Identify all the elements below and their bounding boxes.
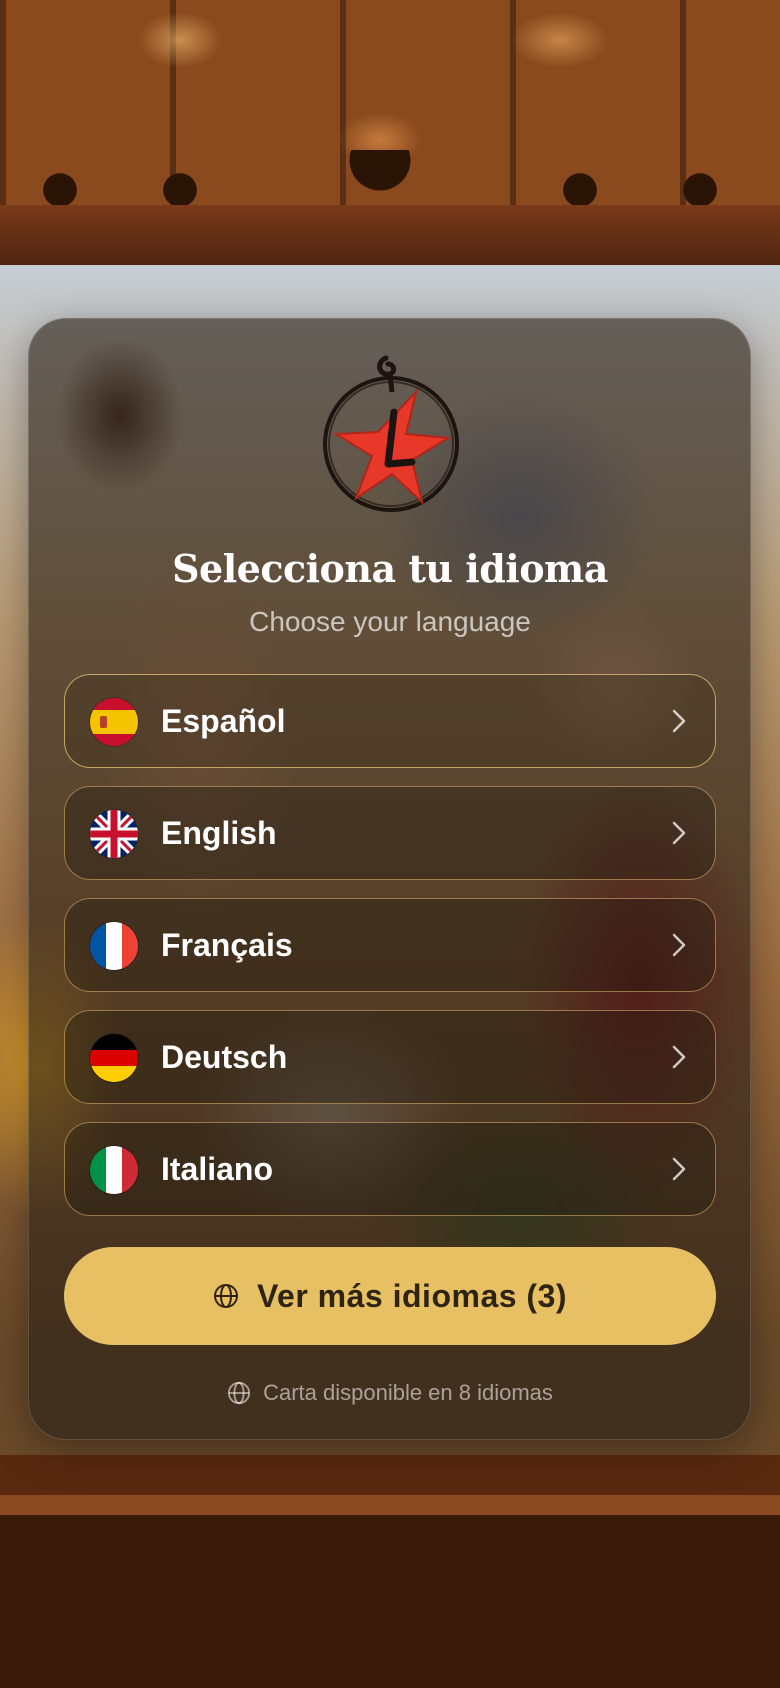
- more-languages-button[interactable]: Ver más idiomas (3): [64, 1247, 716, 1345]
- uk-flag-icon: [90, 810, 138, 858]
- background-ornament: [0, 150, 780, 210]
- footer-note: Carta disponible en 8 idiomas: [0, 1376, 780, 1410]
- background-floor: [0, 1455, 780, 1688]
- language-option-english[interactable]: English: [64, 786, 716, 880]
- language-label: Italiano: [161, 1151, 274, 1187]
- spain-flag-icon: [90, 698, 138, 746]
- france-flag-icon: [90, 922, 138, 970]
- chevron-right-icon: [672, 1045, 686, 1069]
- germany-flag-icon: [90, 1034, 138, 1082]
- chevron-right-icon: [672, 1157, 686, 1181]
- language-label: Español: [161, 703, 286, 739]
- globe-icon: [213, 1284, 238, 1308]
- chevron-right-icon: [672, 933, 686, 957]
- language-option-espanol[interactable]: Español: [64, 674, 716, 768]
- page-subtitle: Choose your language: [249, 606, 531, 637]
- chevron-right-icon: [672, 821, 686, 845]
- language-option-italiano[interactable]: Italiano: [64, 1122, 716, 1216]
- background-beam: [0, 205, 780, 265]
- language-label: English: [161, 815, 277, 851]
- chevron-right-icon: [672, 709, 686, 733]
- footer-text: Carta disponible en 8 idiomas: [263, 1380, 553, 1405]
- red-star-logo-icon: [316, 352, 466, 522]
- italy-flag-icon: [90, 1146, 138, 1194]
- page-title: Selecciona tu idioma: [172, 546, 608, 591]
- more-languages-label: Ver más idiomas (3): [256, 1277, 568, 1314]
- language-list: Español English Français Deutsch Italian…: [64, 674, 716, 1234]
- language-label: Deutsch: [161, 1039, 288, 1075]
- language-option-francais[interactable]: Français: [64, 898, 716, 992]
- globe-icon: [228, 1381, 251, 1405]
- language-label: Français: [161, 927, 293, 963]
- language-option-deutsch[interactable]: Deutsch: [64, 1010, 716, 1104]
